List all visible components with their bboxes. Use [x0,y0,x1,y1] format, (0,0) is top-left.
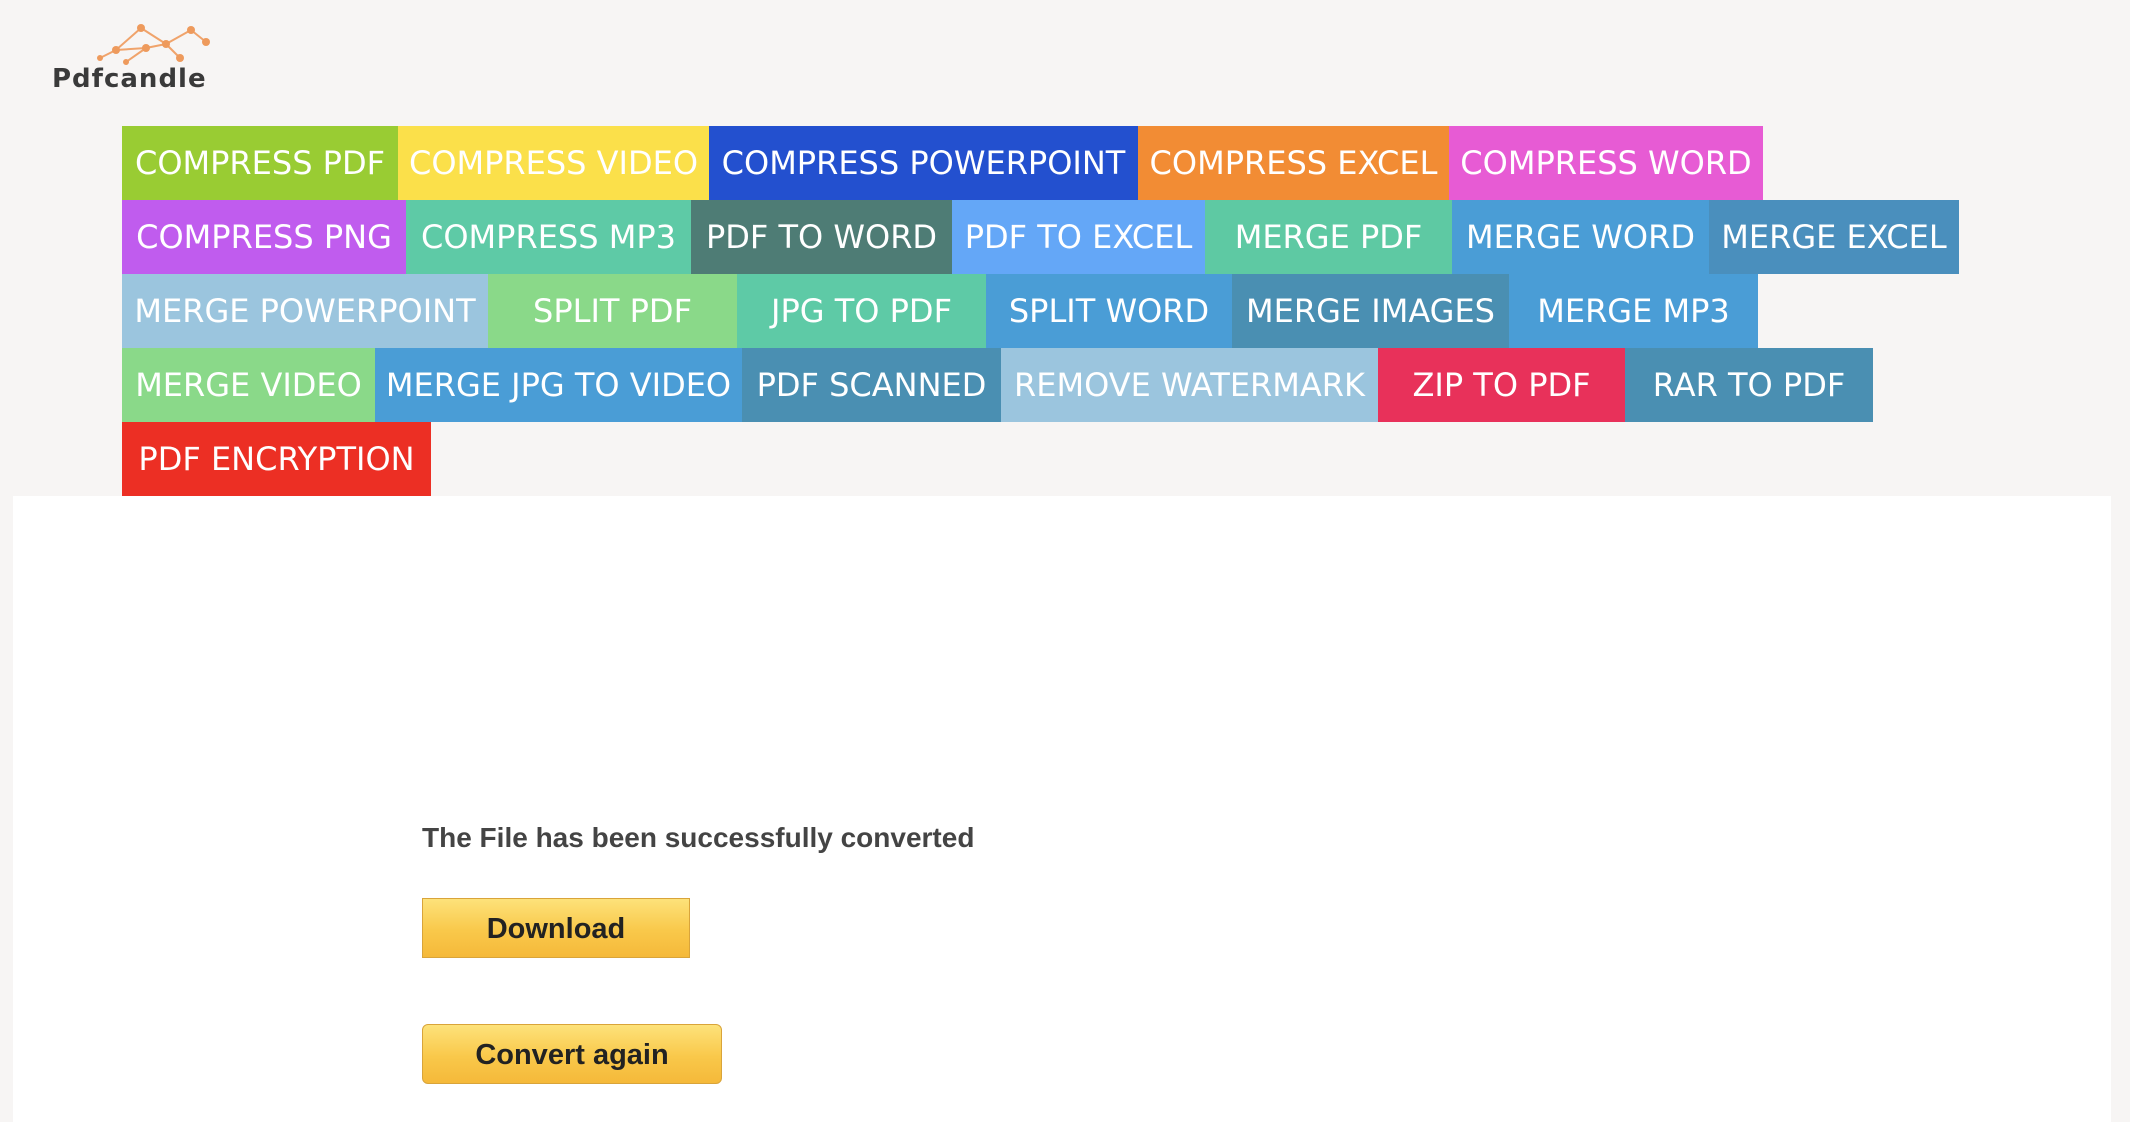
nav-row: COMPRESS PNG COMPRESS MP3 PDF TO WORD PDF T… [122,200,2022,274]
nav-row: MERGE VIDEO MERGE JPG TO VIDEO PDF SCANNED… [122,348,2022,422]
pdfcandle-logo[interactable]: Pdfcandle [52,18,242,94]
nav-item-merge-excel[interactable]: MERGE EXCEL [1709,200,1959,274]
logo-text: Pdfcandle [52,64,207,94]
nav-item-merge-word[interactable]: MERGE WORD [1452,200,1709,274]
nav-row: COMPRESS PDF COMPRESS VIDEO COMPRESS POWER… [122,126,2022,200]
nav-item-split-word[interactable]: SPLIT WORD [986,274,1232,348]
nav-item-zip-to-pdf[interactable]: ZIP TO PDF [1378,348,1625,422]
nav-item-pdf-scanned[interactable]: PDF SCANNED [742,348,1001,422]
nav-item-merge-jpg-to-video[interactable]: MERGE JPG TO VIDEO [375,348,742,422]
nav-item-merge-pdf[interactable]: MERGE PDF [1205,200,1452,274]
nav-item-compress-mp3[interactable]: COMPRESS MP3 [406,200,691,274]
nav-item-merge-powerpoint[interactable]: MERGE POWERPOINT [122,274,488,348]
nav-item-pdf-to-word[interactable]: PDF TO WORD [691,200,952,274]
nav-item-compress-word[interactable]: COMPRESS WORD [1449,126,1763,200]
nav-item-compress-video[interactable]: COMPRESS VIDEO [398,126,709,200]
nav-item-rar-to-pdf[interactable]: RAR TO PDF [1625,348,1873,422]
nav-row: MERGE POWERPOINT SPLIT PDF JPG TO PDF SPLIT… [122,274,2022,348]
nav-item-compress-pdf[interactable]: COMPRESS PDF [122,126,398,200]
nav-item-compress-powerpoint[interactable]: COMPRESS POWERPOINT [709,126,1138,200]
nav-item-pdf-encryption[interactable]: PDF ENCRYPTION [122,422,431,496]
nav-item-compress-excel[interactable]: COMPRESS EXCEL [1138,126,1449,200]
convert-again-button[interactable]: Convert again [422,1024,722,1084]
nav-item-merge-mp3[interactable]: MERGE MP3 [1509,274,1758,348]
nav-item-jpg-to-pdf[interactable]: JPG TO PDF [737,274,986,348]
nav-row: PDF ENCRYPTION [122,422,2022,496]
logo-mark-icon [97,24,210,65]
nav-item-merge-video[interactable]: MERGE VIDEO [122,348,375,422]
conversion-status-text: The File has been successfully converted [422,822,975,853]
download-button[interactable]: Download [422,898,690,958]
nav-item-split-pdf[interactable]: SPLIT PDF [488,274,737,348]
nav-item-merge-images[interactable]: MERGE IMAGES [1232,274,1509,348]
nav-item-pdf-to-excel[interactable]: PDF TO EXCEL [952,200,1205,274]
nav-item-compress-png[interactable]: COMPRESS PNG [122,200,406,274]
tools-nav: COMPRESS PDF COMPRESS VIDEO COMPRESS POWER… [122,126,2022,496]
result-panel: The File has been successfully converted… [13,496,2111,1122]
nav-item-remove-watermark[interactable]: REMOVE WATERMARK [1001,348,1378,422]
